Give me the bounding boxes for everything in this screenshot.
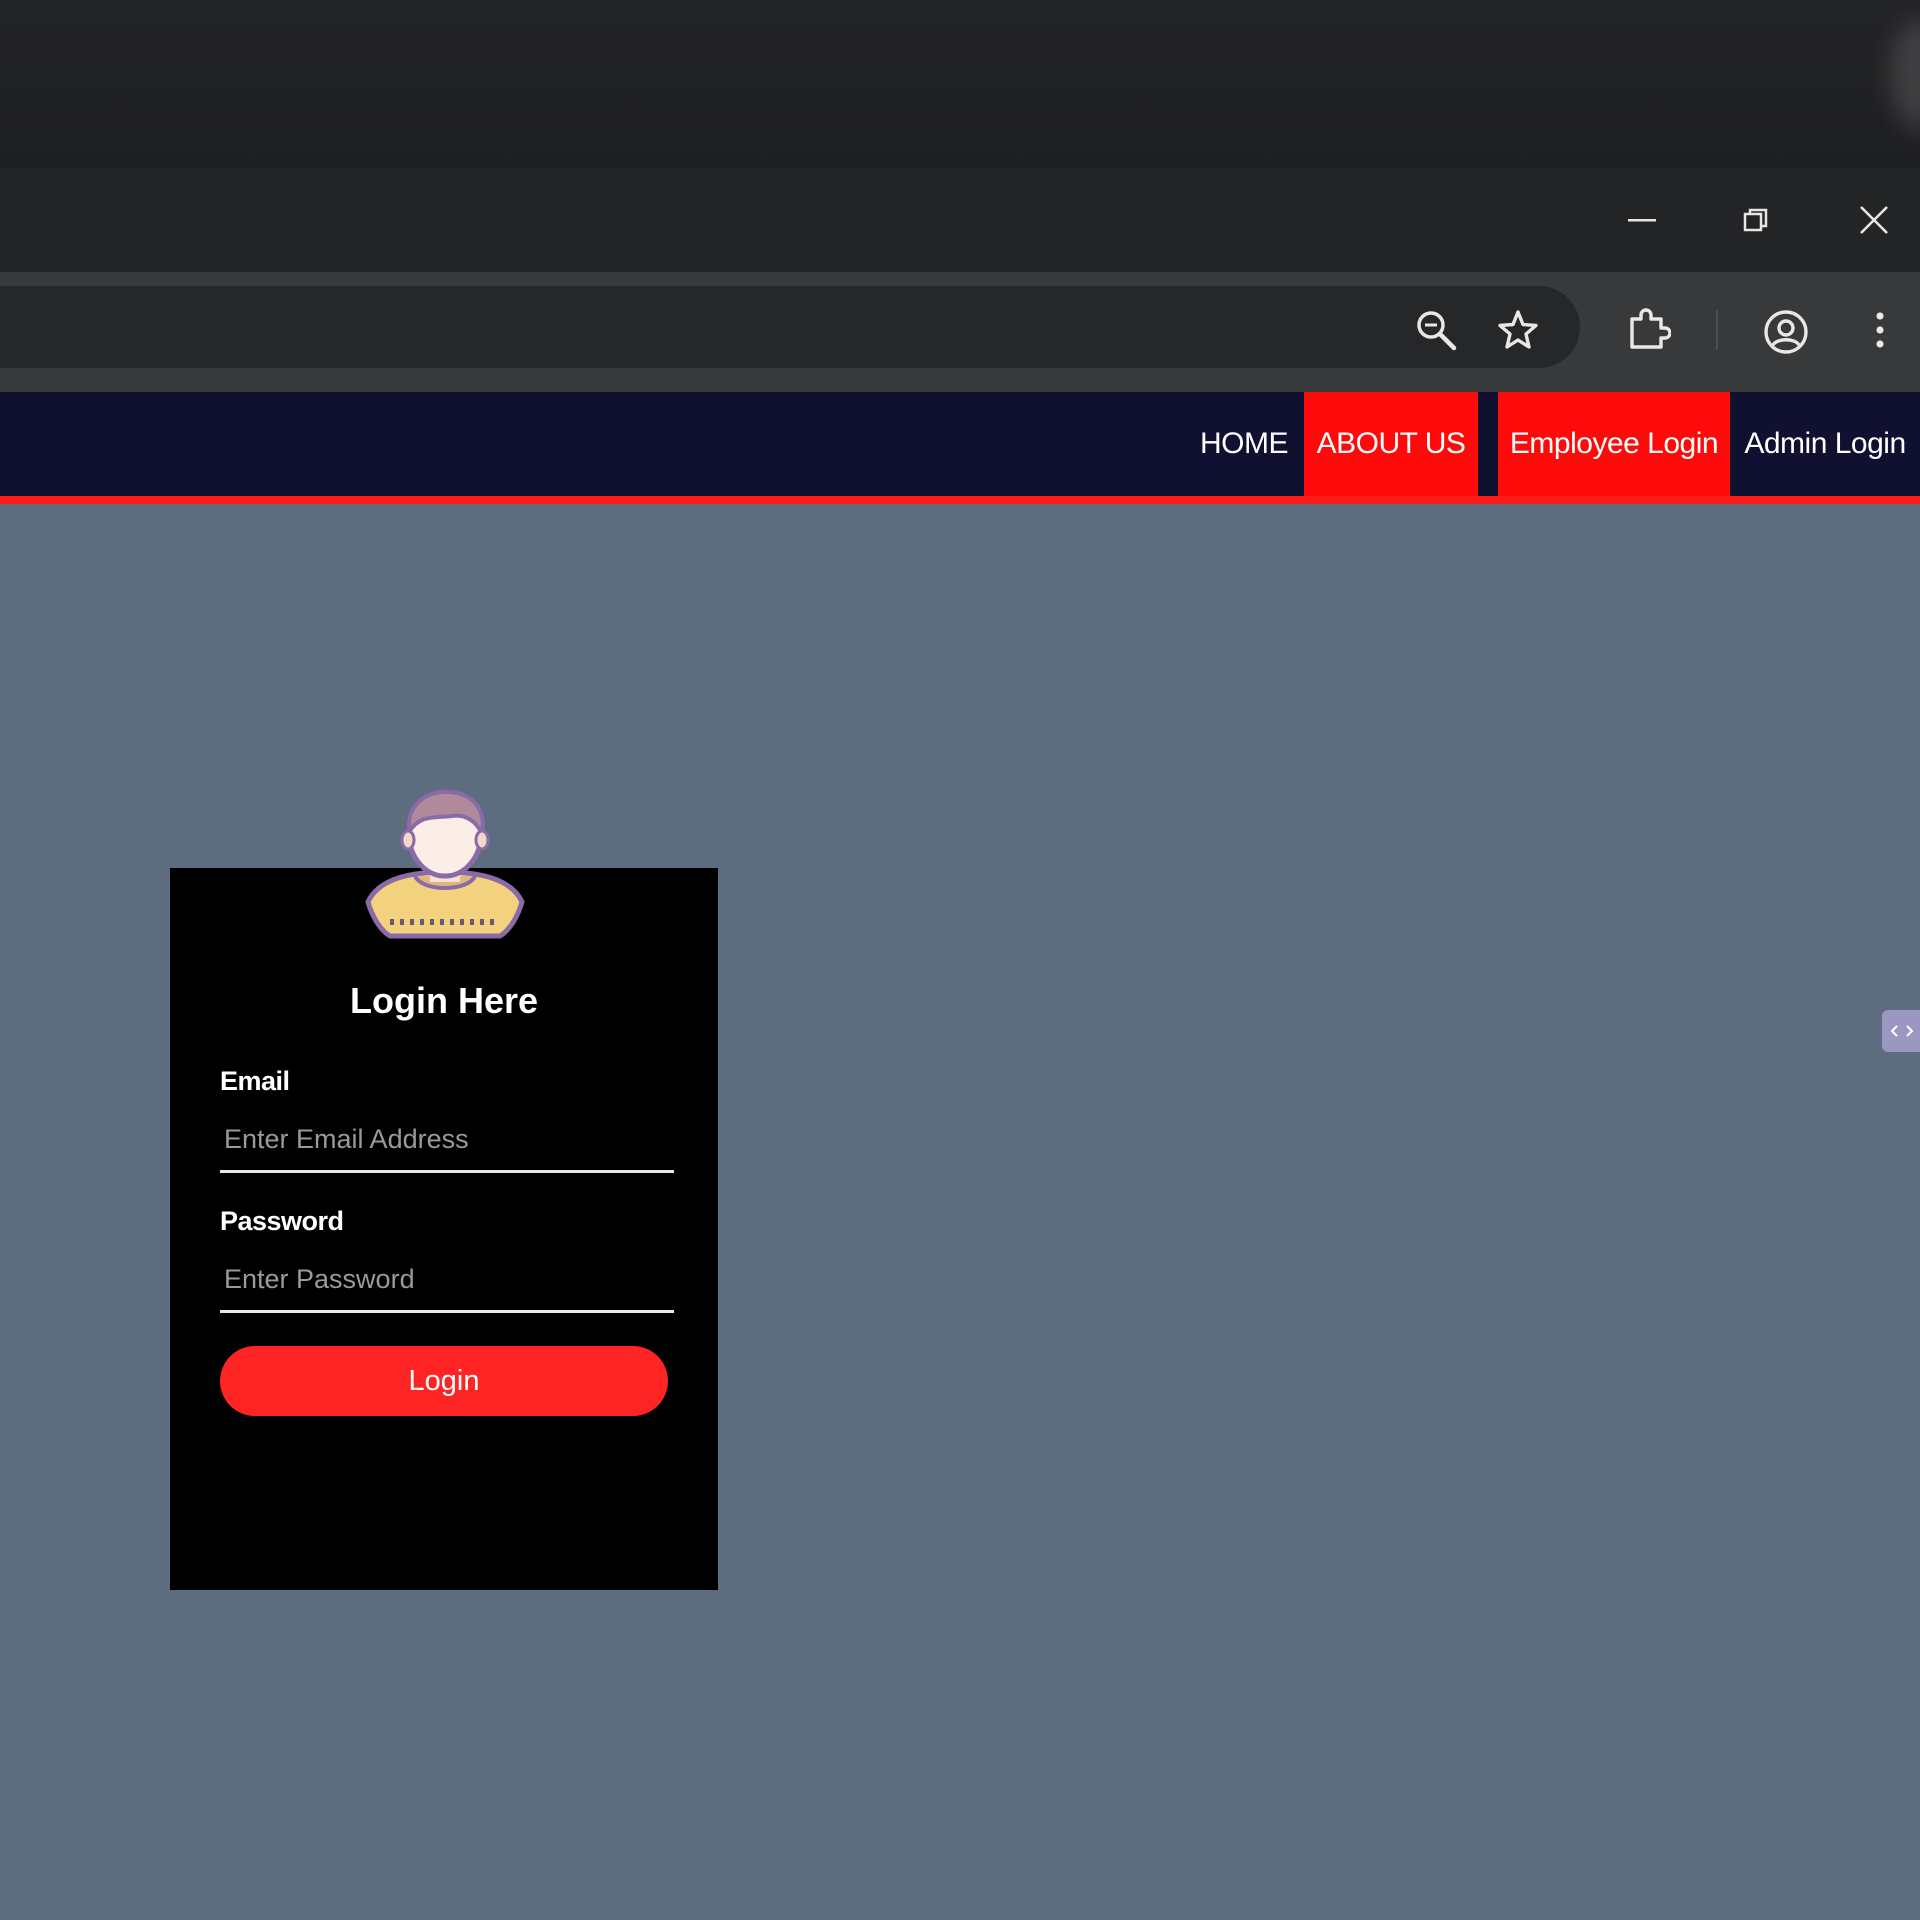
close-button[interactable]	[1818, 168, 1920, 272]
address-bar[interactable]	[0, 286, 1580, 368]
user-avatar-icon	[365, 789, 525, 939]
nav-employee-login[interactable]: Employee Login	[1498, 392, 1730, 496]
more-menu-icon	[1876, 312, 1884, 348]
extensions-button[interactable]	[1618, 300, 1678, 360]
desktop-background	[0, 0, 1920, 168]
close-icon	[1860, 206, 1888, 234]
nav-accent-line	[0, 496, 1920, 504]
page-bottom-area	[0, 1750, 1920, 1920]
extensions-icon	[1630, 308, 1671, 349]
nav-admin-login[interactable]: Admin Login	[1730, 392, 1920, 496]
restore-icon	[1743, 208, 1768, 232]
login-button[interactable]: Login	[220, 1346, 668, 1416]
password-label: Password	[220, 1206, 344, 1236]
site-navigation: HOME ABOUT US Employee Login Admin Login	[0, 392, 1920, 504]
zoom-button[interactable]	[1406, 300, 1466, 360]
restore-button[interactable]	[1700, 168, 1812, 272]
minimize-icon	[1628, 219, 1656, 222]
zoom-icon	[1417, 311, 1457, 351]
profile-button[interactable]	[1756, 302, 1816, 362]
password-field[interactable]	[220, 1248, 674, 1313]
star-icon	[1498, 310, 1538, 349]
toolbar-separator	[1716, 310, 1718, 350]
minimize-button[interactable]	[1586, 168, 1698, 272]
nav-home[interactable]: HOME	[1188, 392, 1300, 496]
side-widget-tab[interactable]	[1882, 1010, 1920, 1052]
email-label: Email	[220, 1066, 290, 1096]
email-field[interactable]	[220, 1108, 674, 1173]
browser-title-bar	[0, 168, 1920, 272]
screen: HOME ABOUT US Employee Login Admin Login…	[0, 0, 1920, 1920]
bookmark-button[interactable]	[1488, 300, 1548, 360]
more-menu-button[interactable]	[1850, 300, 1910, 360]
profile-icon	[1764, 310, 1808, 354]
login-title: Login Here	[349, 980, 538, 1021]
background-glow	[1890, 20, 1920, 130]
nav-about-us[interactable]: ABOUT US	[1304, 392, 1478, 496]
code-icon	[1890, 1025, 1914, 1037]
